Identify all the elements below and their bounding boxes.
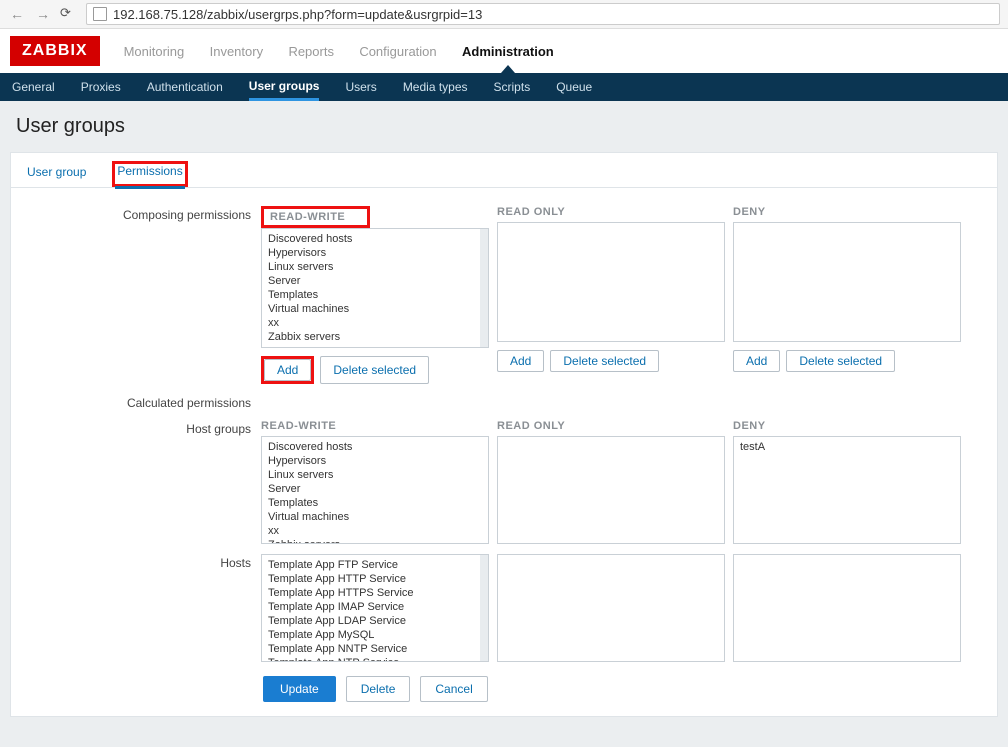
list-item[interactable]: xx bbox=[268, 316, 482, 330]
col-head-rw: READ-WRITE bbox=[264, 209, 367, 225]
list-item[interactable]: Linux servers bbox=[268, 468, 482, 482]
list-item[interactable]: Zabbix servers bbox=[268, 330, 482, 344]
hostgroups-deny-listbox[interactable]: testA bbox=[733, 436, 961, 544]
list-item[interactable]: Discovered hosts bbox=[268, 440, 482, 454]
col-head-ro: READ ONLY bbox=[497, 206, 725, 218]
list-item[interactable]: Virtual machines bbox=[268, 510, 482, 524]
composing-ro-listbox[interactable] bbox=[497, 222, 725, 342]
hg-col-head-ro: READ ONLY bbox=[497, 420, 725, 432]
subnav-media-types[interactable]: Media types bbox=[403, 80, 468, 94]
browser-chrome: ← → ⟳ 192.168.75.128/zabbix/usergrps.php… bbox=[0, 0, 1008, 29]
subnav-authentication[interactable]: Authentication bbox=[147, 80, 223, 94]
update-button[interactable]: Update bbox=[263, 676, 336, 702]
main-menu: Monitoring Inventory Reports Configurati… bbox=[124, 44, 576, 59]
back-icon[interactable]: ← bbox=[8, 5, 26, 23]
hosts-deny-listbox[interactable] bbox=[733, 554, 961, 662]
list-item[interactable]: xx bbox=[268, 524, 482, 538]
highlight-add-button: Add bbox=[261, 356, 314, 384]
list-item[interactable]: Templates bbox=[268, 496, 482, 510]
add-button-deny[interactable]: Add bbox=[733, 350, 780, 372]
tabs: User group Permissions bbox=[11, 153, 997, 188]
hg-col-head-rw: READ-WRITE bbox=[261, 420, 489, 432]
page-icon bbox=[93, 7, 107, 21]
delete-selected-button-rw[interactable]: Delete selected bbox=[320, 356, 429, 384]
hosts-rw-listbox[interactable]: Template App FTP ServiceTemplate App HTT… bbox=[261, 554, 489, 662]
panel: User group Permissions Composing permiss… bbox=[10, 152, 998, 717]
list-item[interactable]: Template App HTTPS Service bbox=[268, 586, 482, 600]
label-composing: Composing permissions bbox=[31, 206, 261, 222]
page-title-band: User groups bbox=[0, 101, 1008, 152]
list-item[interactable]: Linux servers bbox=[268, 260, 482, 274]
label-host-groups: Host groups bbox=[31, 420, 261, 436]
subnav-users[interactable]: Users bbox=[345, 80, 376, 94]
composing-deny-listbox[interactable] bbox=[733, 222, 961, 342]
subnav-user-groups[interactable]: User groups bbox=[249, 79, 320, 101]
scrollbar[interactable] bbox=[480, 229, 488, 347]
tab-permissions[interactable]: Permissions bbox=[115, 160, 184, 189]
hg-col-head-deny: DENY bbox=[733, 420, 961, 432]
add-button-ro[interactable]: Add bbox=[497, 350, 544, 372]
reload-icon[interactable]: ⟳ bbox=[60, 5, 78, 23]
list-item[interactable]: Discovered hosts bbox=[268, 232, 482, 246]
menu-reports[interactable]: Reports bbox=[288, 44, 334, 59]
list-item[interactable]: Hypervisors bbox=[268, 246, 482, 260]
menu-monitoring[interactable]: Monitoring bbox=[124, 44, 185, 59]
list-item[interactable]: Template App IMAP Service bbox=[268, 600, 482, 614]
subnav-scripts[interactable]: Scripts bbox=[494, 80, 531, 94]
menu-inventory[interactable]: Inventory bbox=[210, 44, 263, 59]
list-item[interactable]: Template App FTP Service bbox=[268, 558, 482, 572]
list-item[interactable]: Zabbix servers bbox=[268, 538, 482, 544]
page-title: User groups bbox=[16, 115, 992, 138]
composing-rw-listbox[interactable]: Discovered hostsHypervisorsLinux servers… bbox=[261, 228, 489, 348]
list-item[interactable]: Hypervisors bbox=[268, 454, 482, 468]
list-item[interactable]: Virtual machines bbox=[268, 302, 482, 316]
scrollbar[interactable] bbox=[480, 555, 488, 661]
cancel-button[interactable]: Cancel bbox=[420, 676, 487, 702]
hosts-ro-listbox[interactable] bbox=[497, 554, 725, 662]
hostgroups-ro-listbox[interactable] bbox=[497, 436, 725, 544]
highlight-permissions-tab: Permissions bbox=[112, 161, 187, 187]
subnav-proxies[interactable]: Proxies bbox=[81, 80, 121, 94]
subnav: General Proxies Authentication User grou… bbox=[0, 73, 1008, 101]
topbar: ZABBIX Monitoring Inventory Reports Conf… bbox=[0, 29, 1008, 73]
forward-icon[interactable]: → bbox=[34, 5, 52, 23]
list-item[interactable]: Template App HTTP Service bbox=[268, 572, 482, 586]
url-text: 192.168.75.128/zabbix/usergrps.php?form=… bbox=[113, 7, 482, 22]
footer-buttons: Update Delete Cancel bbox=[31, 676, 977, 702]
list-item[interactable]: testA bbox=[740, 440, 954, 454]
list-item[interactable]: Template App MySQL bbox=[268, 628, 482, 642]
label-calculated: Calculated permissions bbox=[31, 394, 261, 410]
tab-user-group[interactable]: User group bbox=[25, 161, 88, 187]
subnav-queue[interactable]: Queue bbox=[556, 80, 592, 94]
delete-button[interactable]: Delete bbox=[346, 676, 411, 702]
add-button-rw[interactable]: Add bbox=[264, 359, 311, 381]
logo[interactable]: ZABBIX bbox=[10, 36, 100, 66]
menu-configuration[interactable]: Configuration bbox=[359, 44, 436, 59]
label-hosts: Hosts bbox=[31, 554, 261, 570]
url-bar[interactable]: 192.168.75.128/zabbix/usergrps.php?form=… bbox=[86, 3, 1000, 25]
list-item[interactable]: Template App NNTP Service bbox=[268, 642, 482, 656]
hostgroups-rw-listbox[interactable]: Discovered hostsHypervisorsLinux servers… bbox=[261, 436, 489, 544]
delete-selected-button-ro[interactable]: Delete selected bbox=[550, 350, 659, 372]
delete-selected-button-deny[interactable]: Delete selected bbox=[786, 350, 895, 372]
list-item[interactable]: Template App LDAP Service bbox=[268, 614, 482, 628]
list-item[interactable]: Templates bbox=[268, 288, 482, 302]
list-item[interactable]: Server bbox=[268, 274, 482, 288]
subnav-general[interactable]: General bbox=[12, 80, 55, 94]
col-head-deny: DENY bbox=[733, 206, 961, 218]
highlight-rw-head: READ-WRITE bbox=[261, 206, 370, 228]
list-item[interactable]: Template App NTP Service bbox=[268, 656, 482, 662]
menu-administration[interactable]: Administration bbox=[462, 44, 554, 59]
list-item[interactable]: Server bbox=[268, 482, 482, 496]
